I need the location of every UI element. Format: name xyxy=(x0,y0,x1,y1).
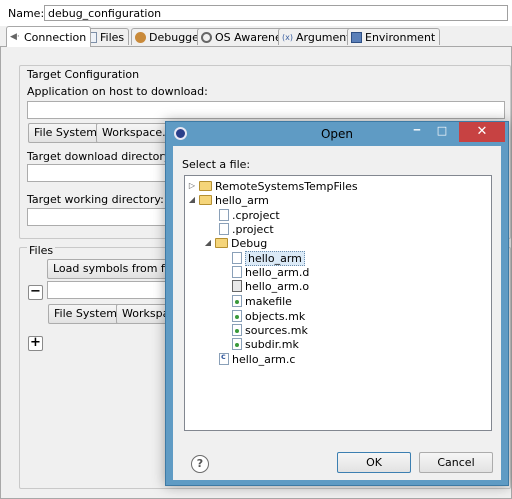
tree-item-label: Debug xyxy=(231,236,268,250)
close-icon[interactable]: ✕ xyxy=(459,122,505,142)
file-icon xyxy=(232,266,242,278)
tree-item-hello-arm-d[interactable]: hello_arm.d xyxy=(232,265,309,279)
os-awareness-icon xyxy=(201,31,212,43)
tree-item-cproject[interactable]: .cproject xyxy=(219,208,280,222)
makefile-icon xyxy=(232,310,242,322)
tree-item-sources-mk[interactable]: sources.mk xyxy=(232,323,308,337)
environment-icon xyxy=(351,31,362,43)
tree-item-label: RemoteSystemsTempFiles xyxy=(215,179,358,193)
tree-item-label: hello_arm.c xyxy=(232,352,296,366)
name-input[interactable]: debug_configuration xyxy=(44,5,508,21)
tree-item-makefile[interactable]: makefile xyxy=(232,294,292,308)
folder-icon xyxy=(199,181,212,191)
files-label: Files xyxy=(27,244,56,257)
file-icon xyxy=(219,223,229,235)
tree-item-project[interactable]: .project xyxy=(219,222,274,236)
name-label: Name: xyxy=(8,7,45,20)
open-dialog: Open ‒ □ ✕ Select a file: ▷ RemoteSystem… xyxy=(165,121,509,486)
makefile-icon xyxy=(232,338,242,350)
tree-item-label-selected: hello_arm xyxy=(245,250,305,266)
tree-item-remotesystemstempfiles[interactable]: ▷ RemoteSystemsTempFiles xyxy=(188,179,358,193)
tab-bar: ◀· Connection Files Debugger OS Awarenes… xyxy=(0,26,512,47)
tab-environment-label: Environment xyxy=(365,30,436,44)
file-icon xyxy=(232,252,242,264)
expanded-arrow-icon[interactable]: ◢ xyxy=(188,196,196,204)
folder-open-icon xyxy=(215,238,228,248)
tree-item-debug-folder[interactable]: ◢ Debug xyxy=(204,236,267,250)
tree-item-label: makefile xyxy=(245,294,292,308)
tree-item-label: sources.mk xyxy=(245,323,308,337)
tree-item-label: .cproject xyxy=(232,208,280,222)
tree-item-label: objects.mk xyxy=(245,309,306,323)
tab-connection-label: Connection xyxy=(24,30,87,44)
tree-item-hello-arm-project[interactable]: ◢ hello_arm xyxy=(188,193,269,207)
name-row: Name: debug_configuration xyxy=(4,5,510,23)
dialog-title: Open xyxy=(320,127,354,141)
load-symbols-dropdown[interactable]: Load symbols from file xyxy=(47,259,178,279)
select-file-label: Select a file: xyxy=(182,158,251,171)
app-download-input[interactable] xyxy=(27,101,505,119)
tree-item-label: hello_arm.d xyxy=(245,265,310,279)
minimize-icon[interactable]: ‒ xyxy=(407,123,427,139)
arguments-icon: (x) xyxy=(282,32,293,42)
tree-item-hello-arm-c[interactable]: hello_arm.c xyxy=(219,352,295,366)
tree-item-label: hello_arm xyxy=(215,193,269,207)
tree-item-subdir-mk[interactable]: subdir.mk xyxy=(232,337,299,351)
folder-open-icon xyxy=(199,195,212,205)
tab-files-label: Files xyxy=(100,30,125,44)
c-source-file-icon xyxy=(219,352,229,365)
help-icon[interactable]: ? xyxy=(191,455,209,473)
download-dir-label: Target download directory: xyxy=(27,150,174,163)
remove-file-button[interactable]: − xyxy=(28,285,43,300)
tree-item-label: hello_arm.o xyxy=(245,279,310,293)
tree-item-label: subdir.mk xyxy=(245,337,299,351)
ok-button[interactable]: OK xyxy=(337,452,411,473)
dialog-titlebar[interactable]: Open ‒ □ ✕ xyxy=(166,122,508,146)
debugger-icon xyxy=(135,31,146,43)
app-download-label: Application on host to download: xyxy=(27,85,208,98)
tree-item-objects-mk[interactable]: objects.mk xyxy=(232,309,305,323)
tab-environment[interactable]: Environment xyxy=(347,28,441,45)
file-tree[interactable]: ▷ RemoteSystemsTempFiles ◢ hello_arm .cp… xyxy=(184,175,492,431)
connection-icon: ◀· xyxy=(10,31,20,42)
dialog-body: Select a file: ▷ RemoteSystemsTempFiles … xyxy=(173,146,501,480)
tree-item-hello-arm-binary[interactable]: hello_arm xyxy=(232,250,305,266)
cancel-button[interactable]: Cancel xyxy=(419,452,493,473)
tab-connection[interactable]: ◀· Connection xyxy=(6,26,92,47)
tree-item-label: .project xyxy=(232,222,274,236)
add-file-button[interactable]: + xyxy=(28,336,43,351)
file-icon xyxy=(219,209,229,221)
target-config-label: Target Configuration xyxy=(27,68,140,81)
collapsed-arrow-icon[interactable]: ▷ xyxy=(188,182,196,190)
makefile-icon xyxy=(232,295,242,307)
expanded-arrow-icon[interactable]: ◢ xyxy=(204,239,212,247)
tree-item-hello-arm-o[interactable]: hello_arm.o xyxy=(232,279,309,293)
working-dir-label: Target working directory: xyxy=(27,193,164,206)
makefile-icon xyxy=(232,324,242,336)
maximize-icon[interactable]: □ xyxy=(432,124,452,140)
tab-debugger-label: Debugger xyxy=(149,30,204,44)
binary-file-icon xyxy=(232,280,242,292)
